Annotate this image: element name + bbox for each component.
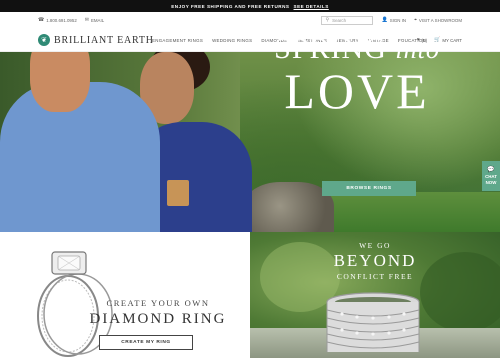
conflict-free-text: CONFLICT FREE xyxy=(336,272,414,281)
create-ring-heading: CREATE YOUR OWN DIAMOND RING xyxy=(78,298,238,328)
phone-number: 1.800.691.0952 xyxy=(46,18,77,23)
beyond-text: BEYOND xyxy=(333,251,417,270)
email-label: EMAIL xyxy=(90,18,105,23)
envelope-icon: ✉ xyxy=(84,17,89,23)
nav-wedding-rings[interactable]: WEDDING RINGS xyxy=(212,38,252,43)
brand-logo[interactable]: ❦ BRILLIANT EARTH xyxy=(38,34,154,46)
hero-stone-sculpture xyxy=(244,182,334,232)
showroom-label: VISIT A SHOWROOM xyxy=(418,18,462,23)
search-input[interactable]: ⚲ Search xyxy=(321,16,374,25)
ring-box xyxy=(167,180,189,206)
chat-label-2: NOW xyxy=(485,180,497,185)
see-details-link[interactable]: SEE DETAILS xyxy=(294,4,329,9)
chat-label-1: CHAT xyxy=(485,174,497,179)
phone-link[interactable]: ☎ 1.800.691.0952 xyxy=(38,17,77,24)
email-link[interactable]: ✉ EMAIL xyxy=(84,17,105,24)
search-placeholder: Search xyxy=(332,18,347,23)
phone-icon: ☎ xyxy=(38,17,45,23)
contact-links: ☎ 1.800.691.0952 ✉ EMAIL xyxy=(38,17,105,24)
chat-now-button[interactable]: 💬 CHAT NOW xyxy=(482,161,500,191)
browse-rings-button[interactable]: BROWSE RINGS xyxy=(322,181,416,196)
create-big-text: DIAMOND RING xyxy=(89,311,227,327)
logo-leaf-icon: ❦ xyxy=(38,34,50,46)
user-icon: 👤 xyxy=(381,17,388,23)
chat-bubble-icon: 💬 xyxy=(487,167,495,173)
nav-engagement-rings[interactable]: ENGAGEMENT RINGS xyxy=(152,38,203,43)
create-my-ring-button[interactable]: CREATE MY RING xyxy=(99,335,193,350)
logo-text: BRILLIANT EARTH xyxy=(54,34,154,46)
hero-line-1: SPRING into xyxy=(252,34,462,64)
hero-spring: SPRING xyxy=(274,32,387,65)
utility-actions: ⚲ Search 👤 SIGN IN ⌖ VISIT A SHOWROOM xyxy=(321,16,462,25)
sign-in-label: SIGN IN xyxy=(389,18,407,23)
sign-in-link[interactable]: 👤 SIGN IN xyxy=(381,17,407,24)
showroom-link[interactable]: ⌖ VISIT A SHOWROOM xyxy=(414,17,462,24)
promo-text: ENJOY FREE SHIPPING AND FREE RETURNS xyxy=(171,3,290,9)
location-pin-icon: ⌖ xyxy=(414,17,417,23)
hero-headline: SPRING into LOVE xyxy=(252,34,462,119)
promo-bar: ENJOY FREE SHIPPING AND FREE RETURNS SEE… xyxy=(0,0,500,12)
search-icon: ⚲ xyxy=(325,17,330,23)
beyond-heading: WE GO BEYOND CONFLICT FREE xyxy=(300,241,450,281)
stacked-rings-image xyxy=(326,292,420,352)
utility-bar: ☎ 1.800.691.0952 ✉ EMAIL ⚲ Search 👤 SIGN… xyxy=(0,12,500,29)
man-head xyxy=(30,52,90,112)
we-go-text: WE GO xyxy=(359,241,391,250)
hero-love: LOVE xyxy=(284,63,430,119)
hero-into: into xyxy=(395,35,440,64)
create-small-text: CREATE YOUR OWN xyxy=(106,298,210,308)
